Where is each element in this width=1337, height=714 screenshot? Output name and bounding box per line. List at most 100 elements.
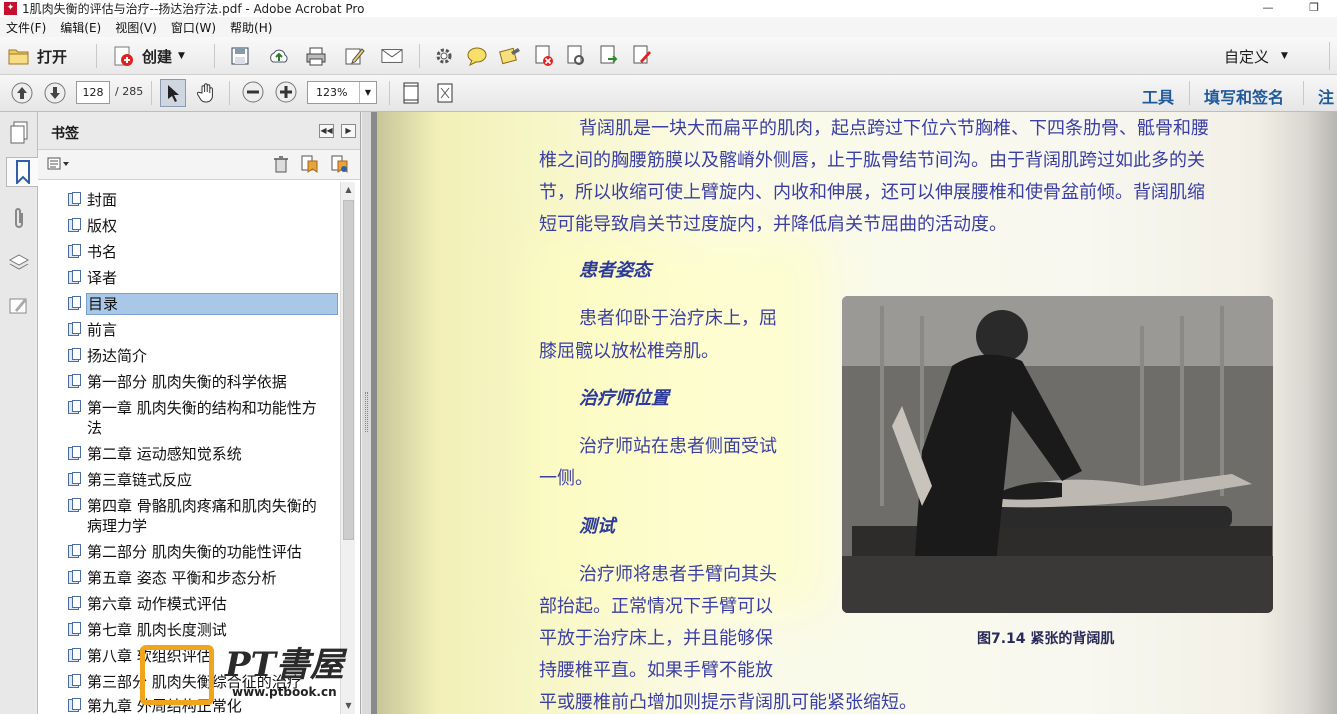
settings-icon[interactable] xyxy=(433,45,455,67)
paragraph-line: 节，所以收缩可使上臂旋内、内收和伸展，还可以伸展腰椎和使骨盆前倾。背阔肌缩 xyxy=(539,182,1205,203)
bookmark-item-selected[interactable]: 目录 xyxy=(68,293,340,315)
print-icon[interactable] xyxy=(305,45,327,67)
bookmark-item[interactable]: 扬达简介 xyxy=(68,346,340,366)
splitter-grip-icon[interactable] xyxy=(365,392,368,432)
fit-page-icon xyxy=(403,82,419,104)
hand-icon xyxy=(197,83,213,103)
security-icon[interactable] xyxy=(565,45,587,67)
sign-icon[interactable] xyxy=(631,45,653,67)
select-tool-button[interactable] xyxy=(160,79,186,107)
save-icon[interactable] xyxy=(229,45,251,67)
bookmark-item[interactable]: 书名 xyxy=(68,242,340,262)
zoom-in-button[interactable] xyxy=(274,80,298,104)
menu-window[interactable]: 窗口(W) xyxy=(171,19,216,36)
menu-edit[interactable]: 编辑(E) xyxy=(60,19,101,36)
trash-icon[interactable] xyxy=(273,155,289,177)
bookmark-page-icon xyxy=(68,698,82,712)
bookmark-properties-icon[interactable] xyxy=(330,155,348,177)
zoom-out-button[interactable] xyxy=(241,80,265,104)
bookmark-icon xyxy=(15,160,30,184)
bookmark-page-icon xyxy=(68,218,82,232)
customize-dropdown[interactable]: 自定义 ▼ xyxy=(1224,45,1288,67)
attachments-button[interactable] xyxy=(6,204,32,234)
scrollbar-thumb[interactable] xyxy=(343,200,354,540)
stamp-icon[interactable] xyxy=(499,45,521,67)
customize-label: 自定义 xyxy=(1224,47,1270,66)
menu-help[interactable]: 帮助(H) xyxy=(230,19,272,36)
bookmark-list: 封面 版权 书名 译者 目录 前言 扬达简介 第一部分 肌肉失衡的科学依据 第一… xyxy=(38,182,340,714)
bookmark-item[interactable]: 第三章链式反应 xyxy=(68,470,340,490)
bookmark-item[interactable]: 第一章 肌肉失衡的结构和功能性方法 xyxy=(68,398,318,438)
bookmark-page-icon xyxy=(68,348,82,362)
toolbar-divider xyxy=(229,81,230,105)
bookmark-item[interactable]: 第六章 动作模式评估 xyxy=(68,594,340,614)
collapse-panel-icon[interactable]: ◀◀ xyxy=(319,124,334,138)
previous-page-button[interactable] xyxy=(10,81,34,105)
chevron-down-icon[interactable]: ▼ xyxy=(359,82,376,103)
panel-splitter[interactable] xyxy=(362,112,371,714)
scroll-down-icon[interactable]: ▼ xyxy=(341,698,356,714)
create-button[interactable]: 创建 ▼ xyxy=(112,44,185,68)
page-number-input[interactable]: 128 xyxy=(76,81,110,104)
bookmarks-panel-title: 书签 xyxy=(51,126,79,142)
comment-icon[interactable] xyxy=(466,45,488,67)
page-thumbnails-button[interactable] xyxy=(6,118,32,148)
tools-link[interactable]: 工具 xyxy=(1142,84,1174,108)
bookmark-page-icon xyxy=(68,270,82,284)
fill-sign-link[interactable]: 填写和签名 xyxy=(1204,84,1284,108)
options-menu-icon[interactable] xyxy=(47,156,71,172)
menu-file[interactable]: 文件(F) xyxy=(6,19,46,36)
section-heading: 患者姿态 xyxy=(579,260,651,281)
bookmark-item[interactable]: 第二部分 肌肉失衡的功能性评估 xyxy=(68,542,340,562)
toolbar-divider xyxy=(151,81,152,105)
bookmarks-button[interactable] xyxy=(6,157,38,187)
bookmark-page-icon xyxy=(68,498,82,512)
bookmark-item[interactable]: 前言 xyxy=(68,320,340,340)
email-icon[interactable] xyxy=(381,45,403,67)
paragraph-line: 持腰椎平直。如果手臂不能放 xyxy=(539,660,773,681)
bookmark-page-icon xyxy=(68,296,82,310)
scroll-up-icon[interactable]: ▲ xyxy=(341,182,356,198)
paragraph-line: 患者仰卧于治疗床上，屈 xyxy=(579,308,777,329)
maximize-button[interactable]: ❐ xyxy=(1291,0,1337,17)
full-screen-button[interactable] xyxy=(433,80,457,106)
bookmark-item[interactable]: 第四章 骨骼肌肉疼痛和肌肉失衡的病理力学 xyxy=(68,496,318,536)
signatures-button[interactable] xyxy=(6,290,32,320)
fit-page-button[interactable] xyxy=(399,80,423,106)
toolbar-divider xyxy=(419,44,420,68)
delete-page-icon[interactable] xyxy=(533,45,555,67)
edit-icon[interactable] xyxy=(344,45,366,67)
paragraph-line: 膝屈髋以放松椎旁肌。 xyxy=(539,341,719,362)
export-icon[interactable] xyxy=(598,45,620,67)
open-label: 打开 xyxy=(37,47,68,66)
zoom-level-select[interactable]: 123% ▼ xyxy=(307,81,377,104)
cursor-icon xyxy=(168,85,179,102)
page-scan-highlight xyxy=(527,232,827,612)
menu-view[interactable]: 视图(V) xyxy=(115,19,157,36)
hand-tool-button[interactable] xyxy=(194,79,220,107)
bookmark-page-icon xyxy=(68,570,82,584)
upload-icon[interactable] xyxy=(268,45,290,67)
bookmark-item[interactable]: 第二章 运动感知觉系统 xyxy=(68,444,340,464)
bookmark-label: 扬达简介 xyxy=(87,347,148,365)
plus-icon xyxy=(275,81,297,103)
bookmark-item[interactable]: 版权 xyxy=(68,216,340,236)
new-bookmark-icon[interactable] xyxy=(300,155,318,177)
layers-button[interactable] xyxy=(6,248,32,278)
bookmark-item[interactable]: 封面 xyxy=(68,190,340,210)
next-page-button[interactable] xyxy=(43,81,67,105)
bookmark-page-icon xyxy=(68,622,82,636)
bookmark-scrollbar[interactable]: ▲ ▼ xyxy=(340,182,355,714)
minimize-button[interactable]: — xyxy=(1245,0,1291,17)
minus-icon xyxy=(242,81,264,103)
expand-panel-icon[interactable]: ▶ xyxy=(341,124,356,138)
open-button[interactable]: 打开 xyxy=(8,44,67,68)
bookmark-page-icon xyxy=(68,544,82,558)
paperclip-icon xyxy=(15,208,23,228)
create-label: 创建 xyxy=(142,47,173,66)
bookmark-item[interactable]: 译者 xyxy=(68,268,340,288)
toolbar-divider xyxy=(96,44,97,68)
document-view[interactable]: 背阔肌是一块大而扁平的肌肉，起点跨过下位六节胸椎、下四条肋骨、骶骨和腰 椎之间的… xyxy=(371,112,1337,714)
bookmark-item[interactable]: 第五章 姿态 平衡和步态分析 xyxy=(68,568,340,588)
bookmark-item[interactable]: 第一部分 肌肉失衡的科学依据 xyxy=(68,372,340,392)
